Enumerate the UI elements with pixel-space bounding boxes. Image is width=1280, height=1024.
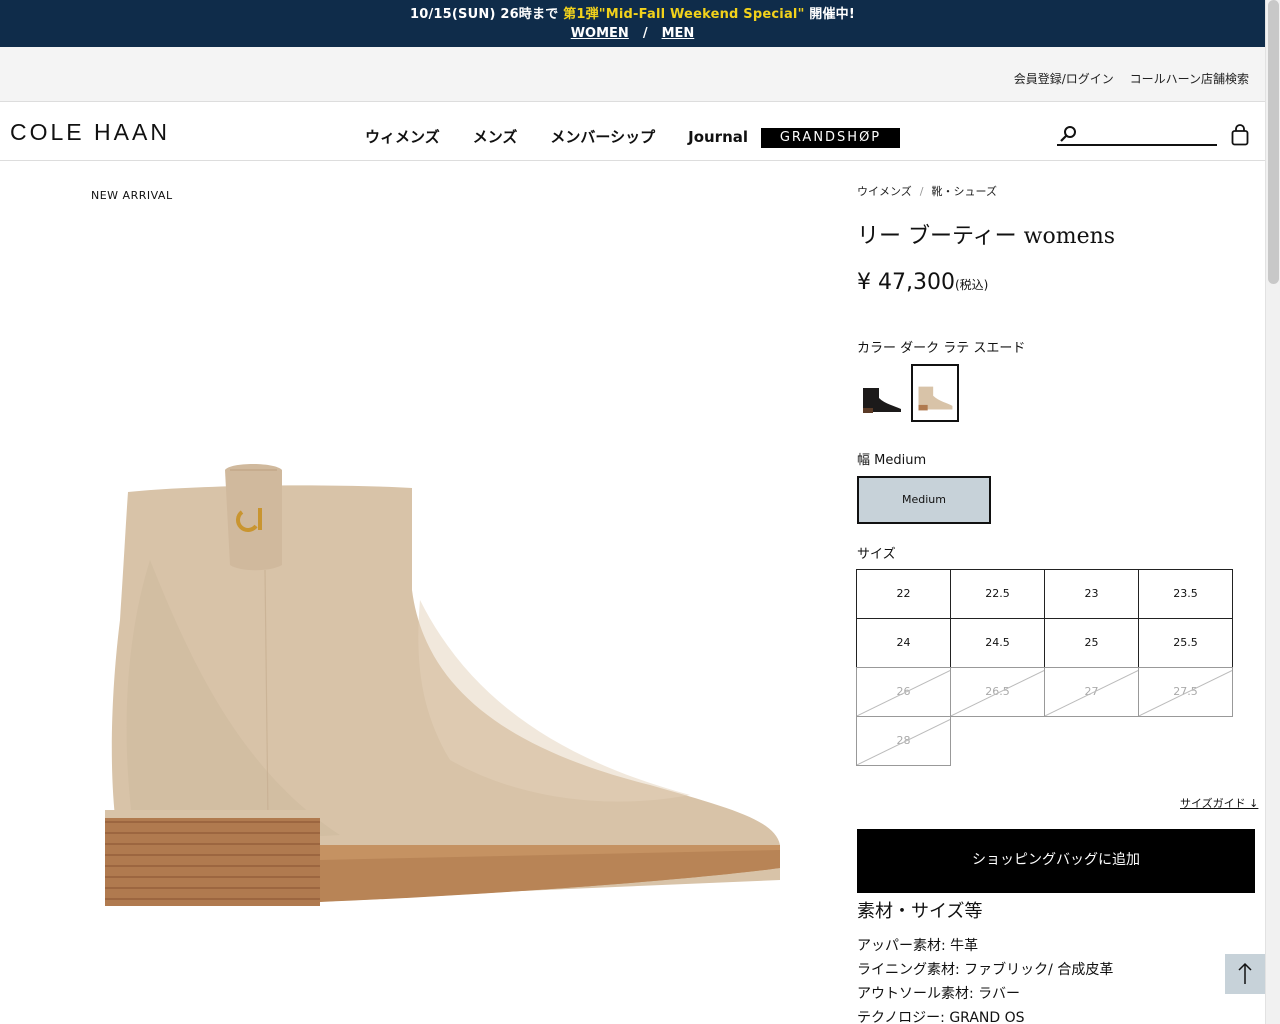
search-icon[interactable]: [1059, 125, 1077, 143]
breadcrumb-shoes[interactable]: 靴・シューズ: [932, 185, 997, 198]
spec-lining: ライニング素材: ファブリック/ 合成皮革: [857, 962, 1114, 978]
width-option-medium[interactable]: Medium: [857, 476, 991, 524]
breadcrumb: ウイメンズ / 靴・シューズ: [857, 183, 997, 199]
product-price: ¥ 47,300(税込): [857, 270, 988, 295]
promo-links: WOMEN / MEN: [0, 26, 1265, 41]
width-label: 幅 Medium: [857, 453, 927, 468]
size-option-22[interactable]: 22: [856, 569, 951, 619]
main-nav: ウィメンズ メンズ メンバーシップ Journal: [365, 126, 781, 147]
nav-journal[interactable]: Journal: [688, 128, 748, 146]
nav-membership[interactable]: メンバーシップ: [550, 126, 655, 147]
login-link[interactable]: 会員登録/ログイン: [1014, 72, 1114, 86]
nav-women[interactable]: ウィメンズ: [365, 126, 440, 147]
shopping-bag-icon[interactable]: [1231, 124, 1249, 146]
size-option-22-5[interactable]: 22.5: [950, 569, 1045, 619]
promo-women-link[interactable]: WOMEN: [571, 26, 629, 41]
size-label: サイズ: [857, 547, 896, 562]
nav-men[interactable]: メンズ: [473, 126, 518, 147]
price-value: ¥ 47,300: [857, 270, 955, 295]
new-arrival-badge: NEW ARRIVAL: [91, 189, 173, 202]
store-search-link[interactable]: コールハーン店舗検索: [1130, 72, 1249, 86]
size-option-24-5[interactable]: 24.5: [950, 618, 1045, 668]
color-label: カラー ダーク ラテ スエード: [857, 341, 1026, 356]
promo-banner: 10/15(SUN) 26時まで 第1弾"Mid-Fall Weekend Sp…: [0, 0, 1265, 47]
spec-title: 素材・サイズ等: [857, 901, 983, 922]
spec-upper: アッパー素材: 牛革: [857, 938, 979, 954]
back-to-top-button[interactable]: [1225, 954, 1265, 994]
size-option-27: 27: [1044, 667, 1139, 717]
search-input[interactable]: [1083, 122, 1213, 144]
size-option-26: 26: [856, 667, 951, 717]
size-option-25-5[interactable]: 25.5: [1138, 618, 1233, 668]
promo-message[interactable]: 10/15(SUN) 26時まで 第1弾"Mid-Fall Weekend Sp…: [0, 3, 1265, 22]
scrollbar-thumb[interactable]: [1268, 0, 1279, 284]
site-header: COLE HAAN ウィメンズ メンズ メンバーシップ Journal GRAN…: [0, 102, 1265, 161]
size-option-23[interactable]: 23: [1044, 569, 1139, 619]
add-to-bag-button[interactable]: ショッピングバッグに追加: [857, 829, 1255, 893]
promo-highlight: 第1弾"Mid-Fall Weekend Special": [563, 7, 805, 22]
promo-men-link[interactable]: MEN: [662, 26, 695, 41]
size-option-23-5[interactable]: 23.5: [1138, 569, 1233, 619]
breadcrumb-women[interactable]: ウイメンズ: [857, 185, 912, 198]
utility-bar: 会員登録/ログイン コールハーン店舗検索: [0, 47, 1265, 102]
size-option-24[interactable]: 24: [856, 618, 951, 668]
size-guide-link[interactable]: サイズガイド ↓: [1180, 795, 1258, 811]
spec-outsole: アウトソール素材: ラバー: [857, 986, 1021, 1002]
size-option-27-5: 27.5: [1138, 667, 1233, 717]
promo-separator: /: [642, 26, 648, 41]
site-logo[interactable]: COLE HAAN: [10, 119, 170, 146]
product-image-boot[interactable]: [90, 440, 790, 920]
search-box: [1057, 122, 1217, 146]
tax-note: (税込): [954, 278, 989, 292]
color-swatch-black[interactable]: [857, 364, 905, 422]
utility-links: 会員登録/ログイン コールハーン店舗検索: [1002, 70, 1249, 87]
page-scrollbar[interactable]: [1265, 0, 1280, 1024]
promo-suffix: 開催中!: [804, 7, 856, 22]
breadcrumb-separator: /: [919, 185, 924, 198]
grandshop-button[interactable]: GRANDSHØP: [761, 128, 900, 148]
size-option-26-5: 26.5: [950, 667, 1045, 717]
size-option-28: 28: [856, 716, 951, 766]
product-title: リー ブーティー womens: [857, 224, 1116, 249]
size-option-25[interactable]: 25: [1044, 618, 1139, 668]
promo-date: 10/15(SUN) 26時まで: [409, 7, 564, 22]
color-swatch-dark-latte[interactable]: [911, 364, 959, 422]
spec-technology: テクノロジー: GRAND OS: [857, 1010, 1025, 1024]
